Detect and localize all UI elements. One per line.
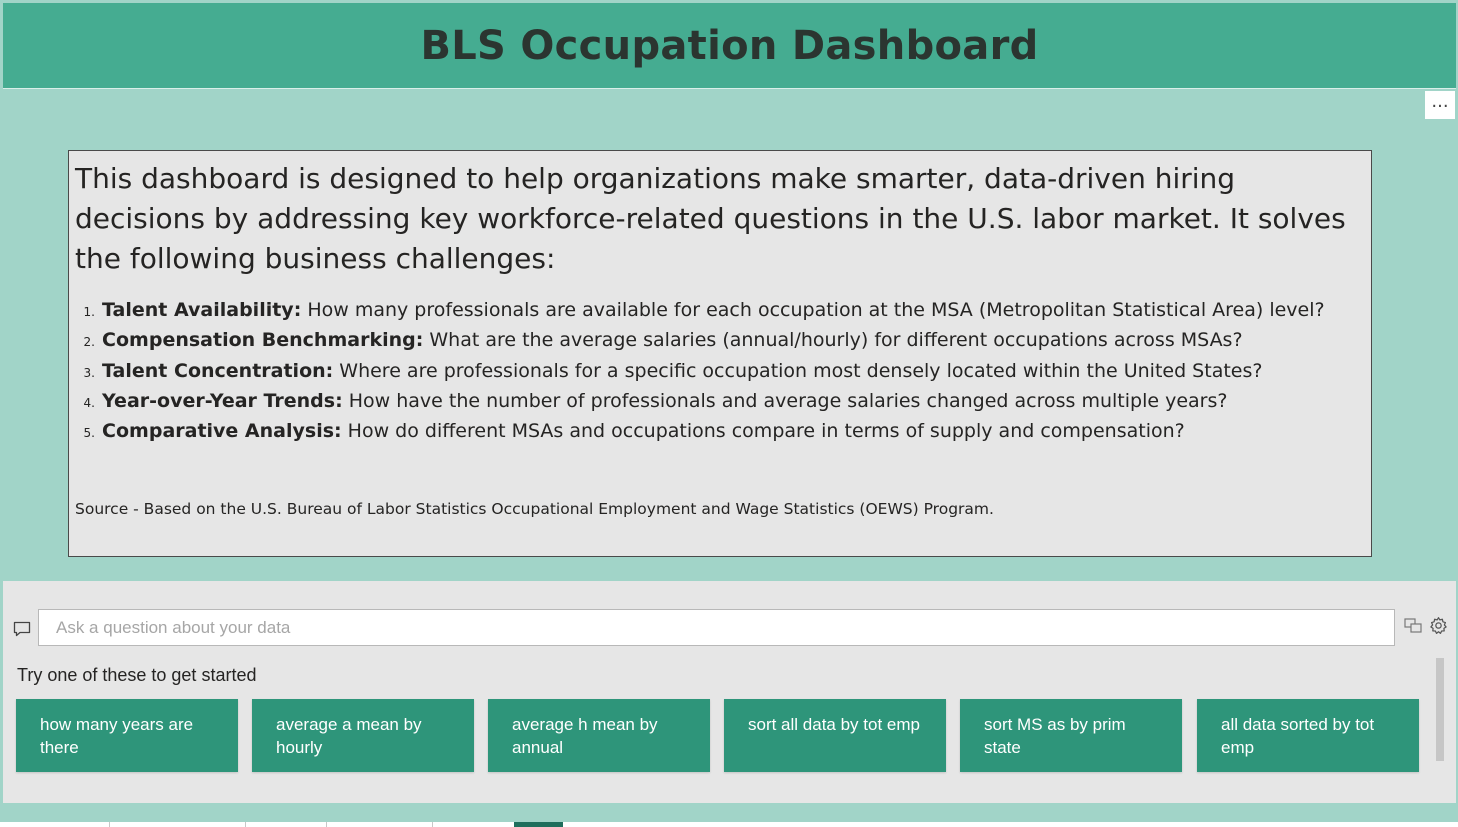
page-tab-strip <box>0 822 1458 827</box>
item-number: 5. <box>83 426 95 441</box>
item-number: 2. <box>83 335 95 350</box>
list-item: 5. Comparative Analysis: How do differen… <box>75 417 1365 447</box>
suggestions-heading: Try one of these to get started <box>17 665 257 685</box>
active-page-tab[interactable] <box>514 822 563 827</box>
description-card: This dashboard is designed to help organ… <box>68 150 1372 557</box>
suggestion-button[interactable]: sort all data by tot emp <box>724 699 946 772</box>
item-number: 3. <box>83 365 95 380</box>
bottom-band <box>3 805 1456 822</box>
report-canvas: BLS Occupation Dashboard ... This dashbo… <box>0 0 1458 827</box>
item-text: How do different MSAs and occupations co… <box>341 420 1185 443</box>
gear-icon[interactable] <box>1429 616 1448 635</box>
qa-visual: Try one of these to get started how many… <box>3 581 1456 803</box>
suggestion-button[interactable]: average a mean by hourly <box>252 699 474 772</box>
item-term: Talent Availability: <box>102 299 302 321</box>
tab-divider <box>432 822 433 827</box>
source-note: Source - Based on the U.S. Bureau of Lab… <box>75 500 994 518</box>
item-text: How have the number of professionals and… <box>342 389 1228 412</box>
item-term: Year-over-Year Trends: <box>102 389 343 412</box>
suggestion-button[interactable]: sort MS as by prim state <box>960 699 1182 772</box>
item-text: What are the average salaries (annual/ho… <box>423 329 1243 352</box>
chat-bubble-icon[interactable] <box>12 619 32 639</box>
title-banner: BLS Occupation Dashboard <box>3 3 1456 89</box>
suggestion-button[interactable]: all data sorted by tot emp <box>1197 699 1419 772</box>
tab-divider <box>245 822 246 827</box>
list-item: 4. Year-over-Year Trends: How have the n… <box>75 387 1365 417</box>
tab-divider <box>109 822 110 827</box>
more-options-button[interactable]: ... <box>1425 91 1455 119</box>
item-number: 4. <box>83 395 95 410</box>
challenge-list: 1. Talent Availability: How many profess… <box>75 296 1365 447</box>
intro-paragraph: This dashboard is designed to help organ… <box>75 162 1346 275</box>
list-item: 3. Talent Concentration: Where are profe… <box>75 357 1365 387</box>
suggestions-scrollbar[interactable] <box>1436 658 1444 761</box>
item-term: Comparative Analysis: <box>102 420 342 443</box>
suggestion-button[interactable]: average h mean by annual <box>488 699 710 772</box>
view-switch-icon[interactable] <box>1404 617 1422 635</box>
list-item: 2. Compensation Benchmarking: What are t… <box>75 326 1365 356</box>
item-text: Where are professionals for a specific o… <box>333 359 1263 382</box>
item-term: Talent Concentration: <box>102 359 334 382</box>
suggestion-button[interactable]: how many years are there <box>16 699 238 772</box>
tab-divider <box>326 822 327 827</box>
item-number: 1. <box>83 305 95 319</box>
qa-question-input[interactable] <box>38 609 1395 646</box>
dashboard-title: BLS Occupation Dashboard <box>420 22 1039 69</box>
item-term: Compensation Benchmarking: <box>102 329 424 352</box>
list-item: 1. Talent Availability: How many profess… <box>75 296 1365 326</box>
item-text: How many professionals are available for… <box>301 299 1325 321</box>
